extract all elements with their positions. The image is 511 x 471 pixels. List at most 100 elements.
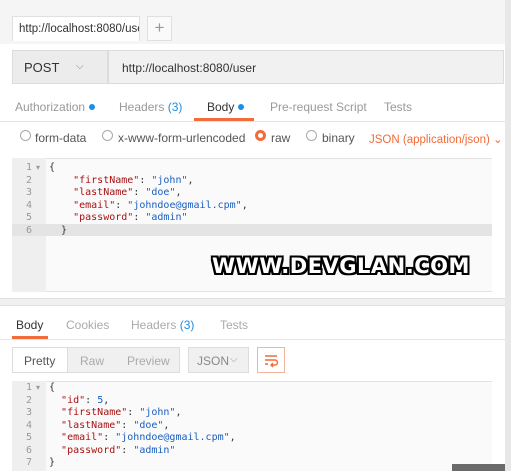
chevron-down-icon: ⌵ [76, 61, 84, 72]
line-number: 5 [25, 212, 32, 223]
pretty-button[interactable]: Pretty [24, 354, 55, 368]
code-line: "password": "admin" [61, 444, 176, 456]
json-key: "email" [73, 199, 116, 211]
radio-binary[interactable] [306, 130, 317, 141]
window-scrollbar[interactable] [505, 0, 511, 471]
pane-separator[interactable] [0, 298, 505, 306]
line-number: 3 [25, 407, 32, 418]
raw-button[interactable]: Raw [80, 354, 104, 368]
content-type-select[interactable]: JSON (application/json) ⌄ [369, 132, 503, 146]
line-number: 2 [25, 174, 32, 186]
headers-count: (3) [167, 100, 183, 114]
tab-authorization-label: Authorization [15, 100, 86, 114]
wrap-lines-icon [265, 355, 279, 368]
line-number: 3 [25, 187, 32, 198]
tab-tests[interactable]: Tests [384, 100, 412, 114]
json-value: "johndoe@gmail.cpm" [115, 432, 230, 443]
chevron-down-icon: ⌵ [230, 354, 238, 365]
tab-pre-request-label: Pre-request Script [270, 100, 367, 114]
radio-binary-label[interactable]: binary [322, 131, 355, 145]
corner-badge [452, 464, 505, 471]
request-json: { "firstName": "john", "lastName": "doe"… [49, 162, 248, 237]
tab-body[interactable]: Body [207, 100, 245, 114]
tab-authorization[interactable]: Authorization [15, 100, 96, 114]
request-tab[interactable]: http://localhost:8080/user [12, 16, 140, 41]
json-value: "doe" [133, 419, 164, 431]
response-headers-count: (3) [179, 318, 195, 332]
code-line: "email": "johndoe@gmail.cpm", [61, 432, 236, 443]
request-line-numbers: 1 2 3 4 5 6 [12, 162, 32, 237]
json-key: "firstName" [73, 174, 140, 186]
response-tab-headers-label: Headers [131, 318, 177, 332]
line-number: 4 [25, 199, 32, 211]
code-line: "password": "admin" [73, 212, 188, 223]
response-tab-cookies[interactable]: Cookies [66, 318, 109, 332]
radio-urlencoded-label[interactable]: x-www-form-urlencoded [118, 131, 245, 145]
tab-body-label: Body [207, 100, 235, 114]
modified-dot-icon [89, 104, 96, 110]
watermark: WWW.DEVGLAN.COM [212, 254, 470, 278]
json-key: "id" [61, 394, 86, 406]
wrap-lines-button[interactable] [257, 347, 285, 373]
response-json: { "id": 5, "firstName": "john", "lastNam… [49, 382, 236, 470]
code-line: "firstName": "john", [61, 407, 182, 418]
url-input[interactable]: http://localhost:8080/user [108, 50, 504, 84]
tab-tests-label: Tests [384, 100, 413, 114]
radio-raw-label[interactable]: raw [271, 131, 290, 145]
json-value: "johndoe@gmail.cpm" [127, 199, 242, 211]
line-number: 5 [25, 432, 32, 443]
json-value: "admin" [133, 444, 176, 456]
radio-urlencoded[interactable] [102, 130, 113, 141]
chevron-down-icon: ⌄ [493, 134, 503, 146]
line-number: 4 [25, 419, 32, 431]
line-number: 6 [25, 444, 32, 456]
tab-divider [0, 121, 505, 122]
line-number: 2 [25, 394, 32, 406]
preview-button[interactable]: Preview [127, 354, 170, 368]
tab-divider [0, 339, 505, 340]
radio-form-data[interactable] [20, 130, 31, 141]
json-value: "doe" [145, 187, 176, 198]
json-value: "john" [139, 407, 176, 418]
response-tab-headers[interactable]: Headers (3) [131, 318, 194, 332]
request-tab-title: http://localhost:8080/user [19, 23, 140, 35]
radio-form-data-label[interactable]: form-data [35, 131, 86, 145]
json-key: "firstName" [61, 407, 128, 418]
response-tab-body[interactable]: Body [16, 318, 43, 332]
format-label: JSON [197, 354, 230, 368]
code-line: { [49, 382, 56, 393]
code-line: "email": "johndoe@gmail.cpm", [73, 199, 248, 211]
line-number: 1 [25, 382, 32, 393]
tab-pre-request-script[interactable]: Pre-request Script [270, 100, 367, 114]
tab-headers-label: Headers [119, 100, 165, 114]
json-key: "email" [61, 432, 104, 443]
new-tab-button[interactable]: + [147, 16, 172, 41]
plus-icon: + [154, 18, 165, 37]
response-tab-tests[interactable]: Tests [220, 318, 248, 332]
line-number: 1 [25, 162, 32, 173]
json-key: "lastName" [73, 187, 134, 198]
code-line: { [49, 162, 56, 173]
json-value: "admin" [145, 212, 188, 223]
code-line: "lastName": "doe", [73, 187, 182, 198]
response-line-numbers: 1 2 3 4 5 6 7 [12, 382, 32, 470]
code-line: } [49, 224, 68, 236]
code-line: } [49, 457, 56, 468]
code-line: "firstName": "john", [73, 174, 194, 186]
code-line: "id": 5, [61, 394, 110, 406]
json-key: "password" [61, 444, 122, 456]
content-type-label: JSON (application/json) [369, 134, 490, 146]
line-number: 6 [25, 224, 32, 236]
code-line: "lastName": "doe", [61, 419, 170, 431]
json-key: "lastName" [61, 419, 122, 431]
json-value: "john" [151, 174, 188, 186]
json-key: "password" [73, 212, 134, 223]
url-text: http://localhost:8080/user [122, 61, 257, 75]
line-number: 7 [25, 457, 32, 468]
tab-headers[interactable]: Headers (3) [119, 100, 182, 114]
fold-arrow-icon[interactable]: ▾ [36, 383, 40, 392]
radio-raw[interactable] [255, 130, 266, 141]
method-label: POST [24, 60, 60, 75]
modified-dot-icon [238, 104, 245, 110]
fold-arrow-icon[interactable]: ▾ [36, 163, 40, 172]
